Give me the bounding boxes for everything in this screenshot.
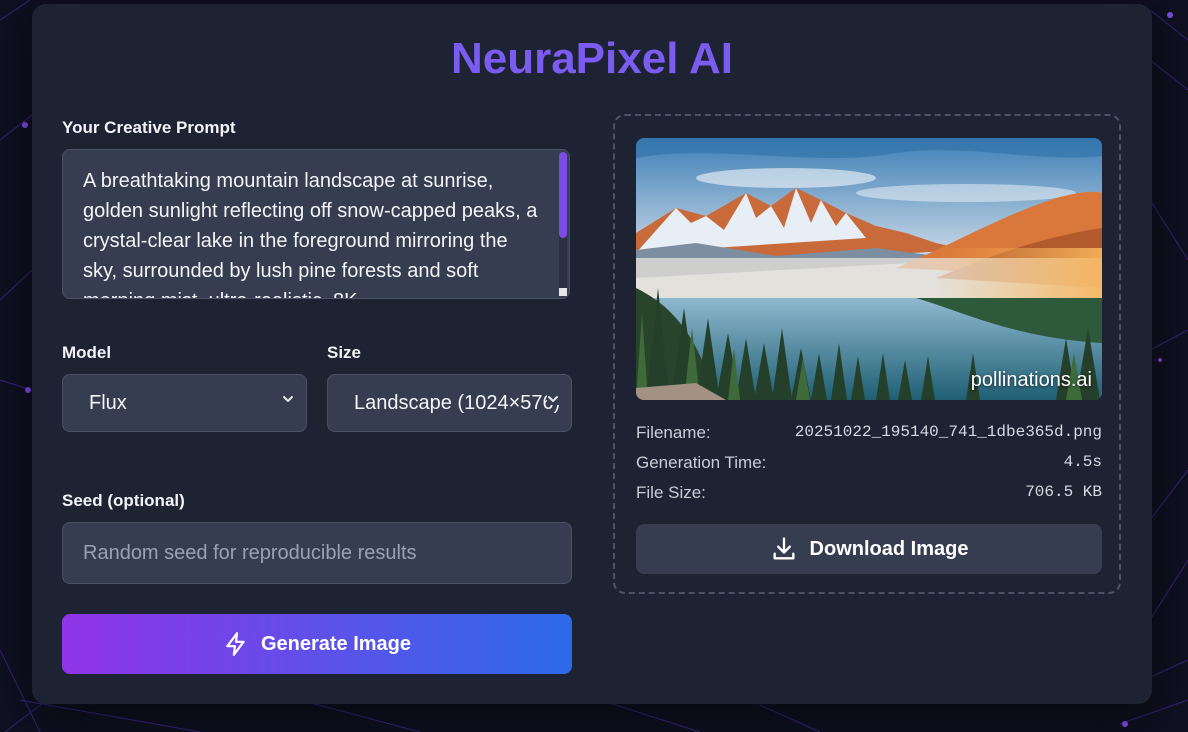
seed-input[interactable] — [62, 522, 572, 584]
generated-image: pollinations.ai — [636, 138, 1102, 400]
model-label: Model — [62, 343, 112, 362]
app-title: NeuraPixel AI — [450, 34, 734, 83]
model-selected-value: Flux — [89, 392, 127, 414]
lightning-icon — [226, 632, 245, 656]
meta-time-row: Generation Time: 4.5s — [636, 453, 1102, 477]
result-panel: pollinations.ai Filename: 20251022_19514… — [613, 114, 1121, 594]
meta-value: 706.5 KB — [1025, 483, 1102, 501]
download-button-label: Download Image — [809, 537, 969, 560]
prompt-textarea[interactable]: A breathtaking mountain landscape at sun… — [62, 149, 570, 299]
meta-label: File Size: — [636, 483, 706, 502]
download-button[interactable]: Download Image — [636, 524, 1102, 574]
landscape-image — [636, 138, 1102, 400]
size-label: Size — [327, 343, 362, 362]
meta-value: 20251022_195140_741_1dbe365d.png — [794, 423, 1102, 441]
meta-filename-row: Filename: 20251022_195140_741_1dbe365d.p… — [636, 423, 1102, 447]
prompt-scroll-thumb[interactable] — [559, 152, 567, 238]
meta-size-row: File Size: 706.5 KB — [636, 483, 1102, 507]
chevron-down-icon — [283, 396, 293, 402]
download-icon — [773, 537, 795, 560]
prompt-label: Your Creative Prompt — [62, 118, 236, 137]
meta-value: 4.5s — [1063, 453, 1102, 471]
model-select[interactable]: Flux — [62, 374, 307, 432]
resize-handle-icon[interactable] — [559, 288, 567, 296]
image-watermark: pollinations.ai — [970, 369, 1092, 391]
seed-label: Seed (optional) — [62, 491, 185, 510]
prompt-scrollbar[interactable] — [559, 152, 567, 296]
generate-button[interactable]: Generate Image — [62, 614, 572, 674]
chevron-down-icon — [547, 393, 559, 405]
prompt-text: A breathtaking mountain landscape at sun… — [83, 170, 538, 298]
meta-label: Generation Time: — [636, 453, 767, 472]
main-card: NeuraPixel AI Your Creative Prompt A bre… — [32, 4, 1152, 704]
meta-label: Filename: — [636, 423, 711, 442]
generate-button-label: Generate Image — [260, 632, 412, 655]
size-selected-value: Landscape (1024×576) — [354, 392, 561, 414]
size-select[interactable]: Landscape (1024×576) — [327, 374, 572, 432]
